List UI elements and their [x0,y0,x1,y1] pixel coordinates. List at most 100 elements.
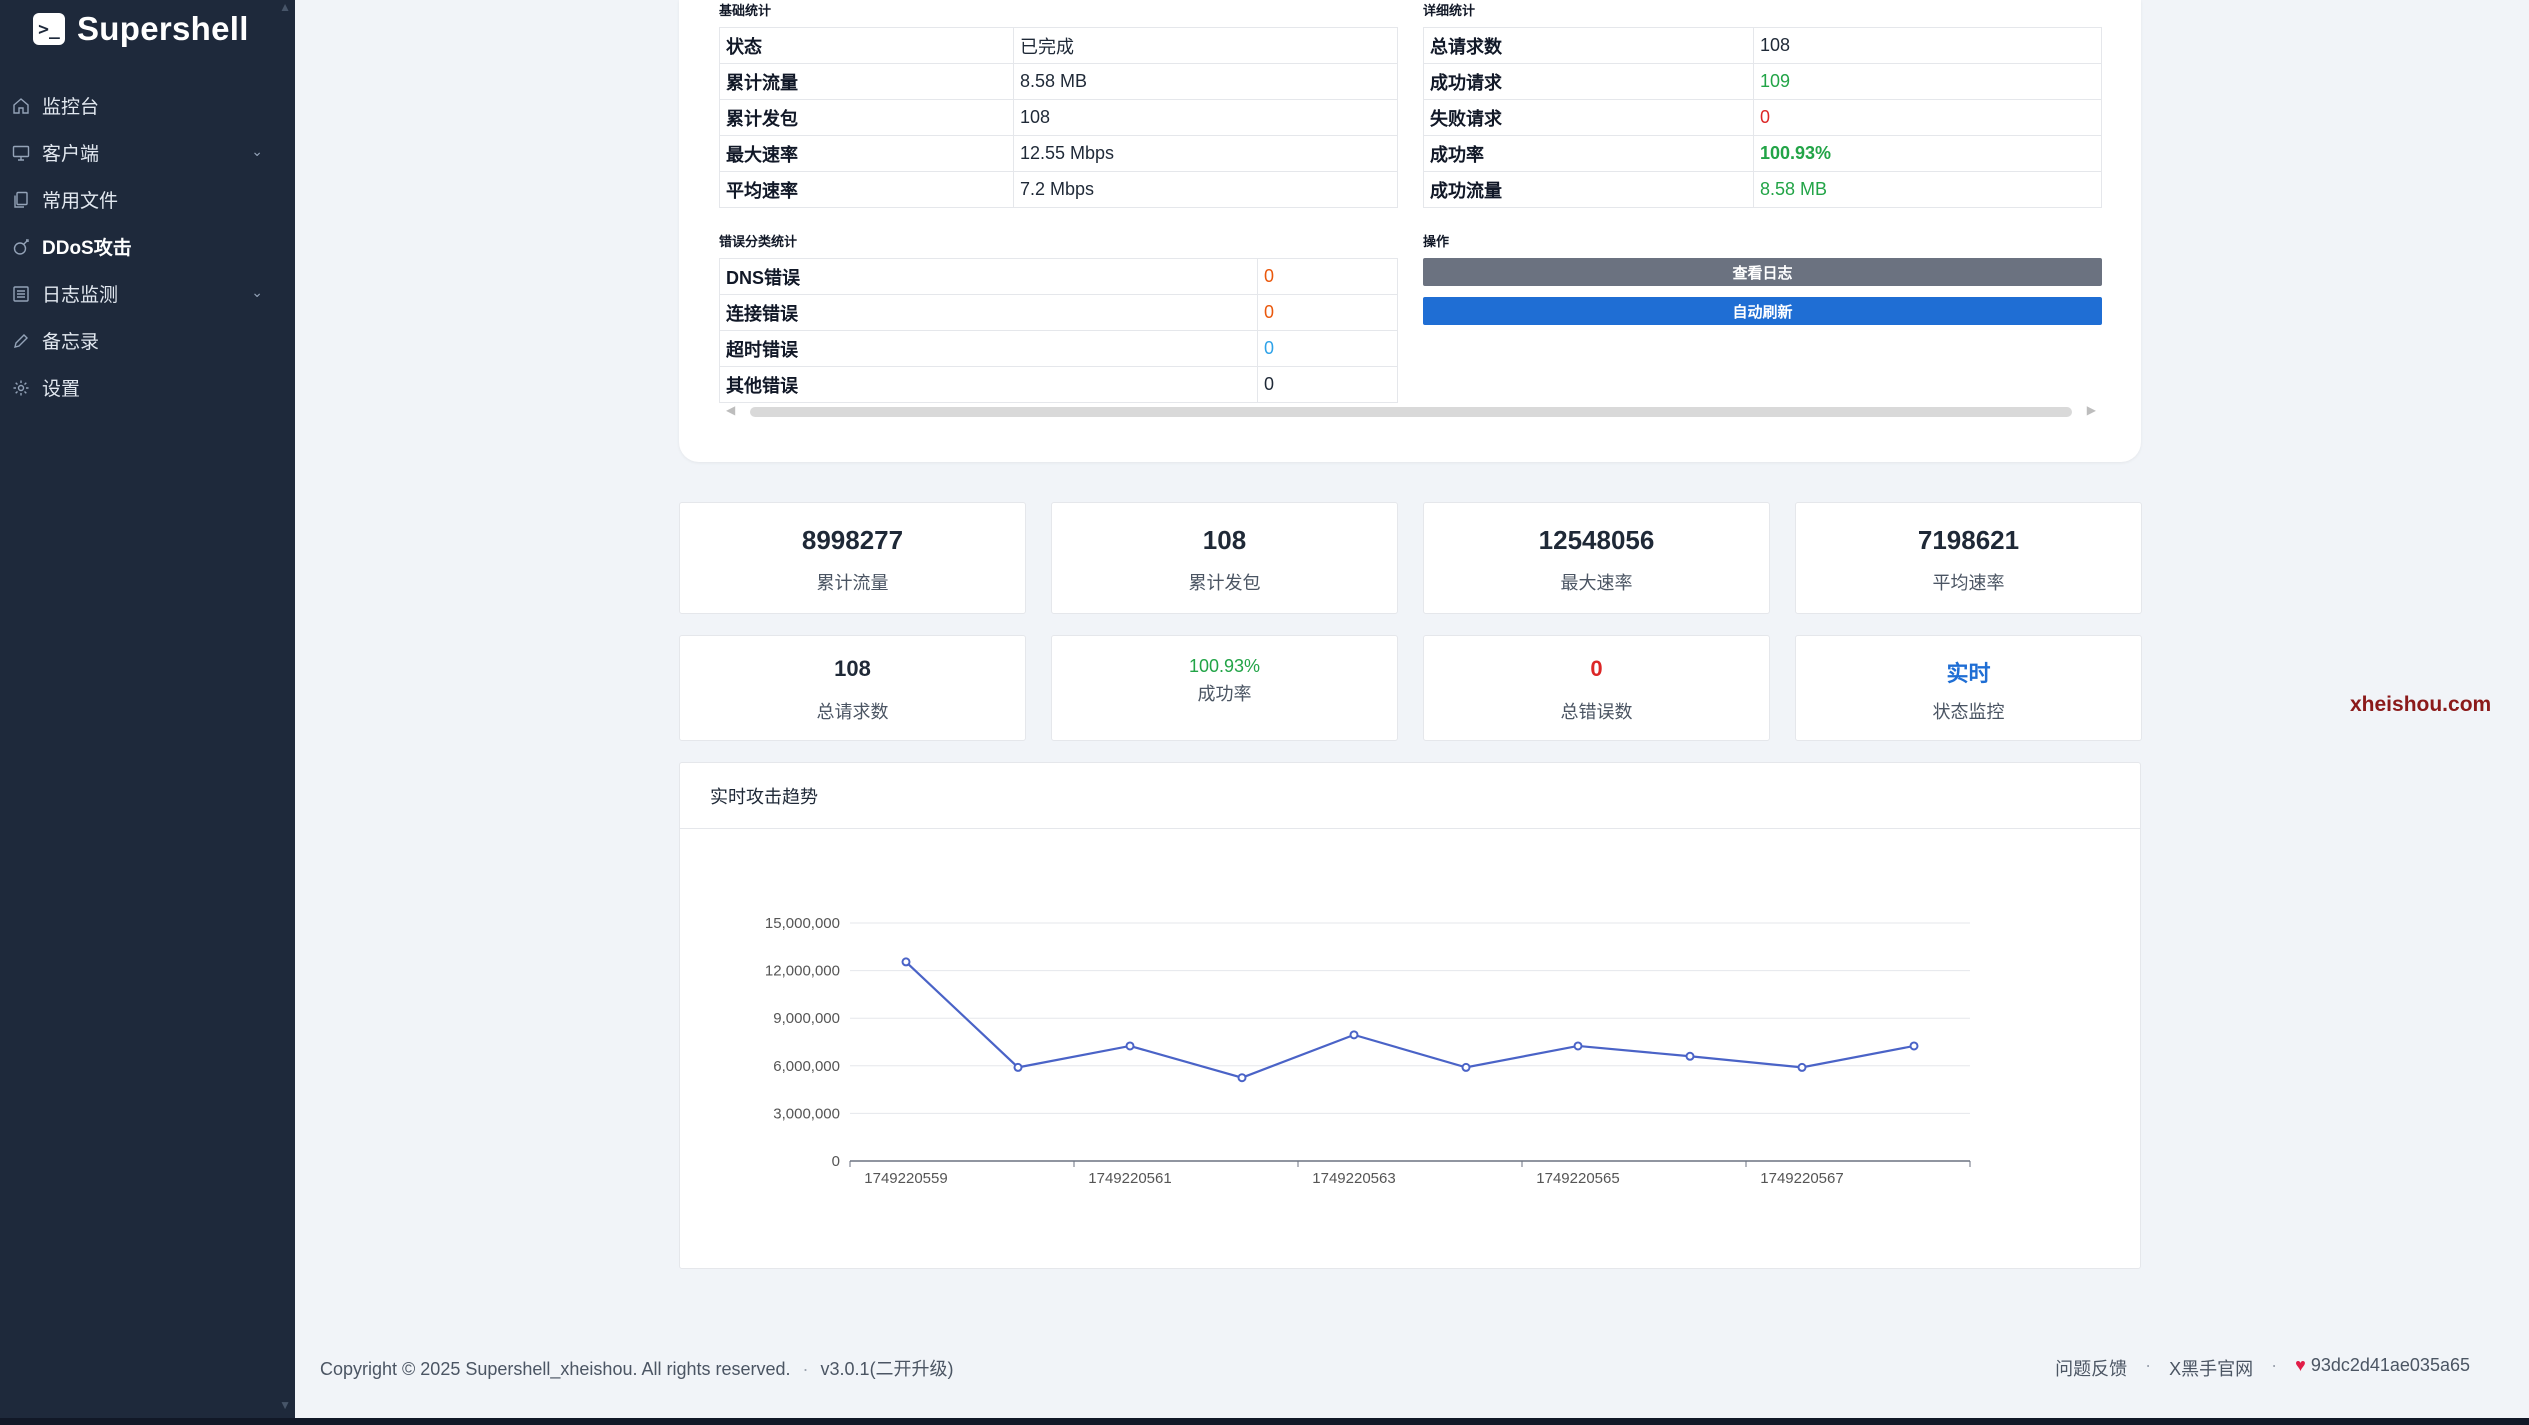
scroll-down-arrow[interactable]: ▼ [279,1398,291,1412]
row-value: 0 [1257,294,1398,331]
scroll-right-arrow[interactable]: ▶ [2087,403,2096,417]
copyright-text: Copyright © 2025 Supershell_xheishou. Al… [320,1359,791,1379]
terminal-icon: >_ [33,13,65,45]
row-key: DNS错误 [719,258,1258,295]
bomb-icon [10,236,32,258]
table-row: 成功率 100.93% [1423,135,2102,172]
sidebar-nav: 监控台客户端 ⌄ 常用文件 DDoS攻击 日志监测 ⌄ 备忘录设置 [0,82,295,411]
sidebar-item-1[interactable]: 客户端 ⌄ [0,129,295,176]
row-key: 失败请求 [1423,99,1754,136]
table-row: 总请求数 108 [1423,27,2102,64]
hash-link[interactable]: ♥ 93dc2d41ae035a65 [2295,1355,2470,1381]
row-value: 0 [1257,258,1398,295]
x-tick-label: 1749220565 [1536,1170,1619,1187]
y-tick-label: 12,000,000 [765,963,840,980]
row-key: 总请求数 [1423,27,1754,64]
table-row: 平均速率 7.2 Mbps [719,171,1398,208]
view-log-button[interactable]: 查看日志 [1423,258,2102,286]
horizontal-scrollbar[interactable]: ◀ ▶ [726,403,2096,417]
chevron-down-icon: ⌄ [251,284,263,300]
logo[interactable]: >_ Supershell [33,10,249,48]
home-icon [10,95,32,117]
row-key: 成功请求 [1423,63,1754,100]
row-value: 0 [1257,330,1398,367]
row-value: 108 [1753,27,2102,64]
actions-title: 操作 [1423,234,1450,249]
feedback-link[interactable]: 问题反馈 [2055,1355,2127,1381]
x-tick-label: 1749220567 [1760,1170,1843,1187]
separator-dot: · [2145,1355,2152,1375]
sidebar-item-2[interactable]: 常用文件 [0,176,295,223]
table-row: 超时错误 0 [719,330,1398,367]
sidebar-item-6[interactable]: 设置 [0,364,295,411]
auto-refresh-button[interactable]: 自动刷新 [1423,297,2102,325]
trend-chart-card: 实时攻击趋势 0 3,000,000 6,000,000 9,000,000 12,00… [679,762,2141,1269]
scroll-up-arrow[interactable]: ▲ [279,0,291,14]
stat-value: 12548056 [1538,525,1655,555]
y-tick-label: 9,000,000 [773,1010,840,1027]
stat-value: 8998277 [801,525,904,555]
error-stats-title: 错误分类统计 [719,234,798,249]
data-point [901,957,911,967]
official-site-link[interactable]: X黑手官网 [2169,1355,2253,1381]
version-text: v3.0.1(二开升级) [820,1359,954,1379]
hash-text: 93dc2d41ae035a65 [2310,1355,2470,1375]
sidebar-item-3[interactable]: DDoS攻击 [0,223,295,270]
scroll-left-arrow[interactable]: ◀ [726,403,735,417]
row-value: 8.58 MB [1013,63,1398,100]
stat-label: 状态监控 [1932,702,2005,722]
data-point [1461,1062,1471,1072]
y-tick-label: 0 [832,1153,840,1170]
table-row: 最大速率 12.55 Mbps [719,135,1398,172]
table-row: 成功流量 8.58 MB [1423,171,2102,208]
files-icon [10,189,32,211]
brand-name: Supershell [77,10,249,47]
x-tick-label: 1749220561 [1088,1170,1171,1187]
y-tick-label: 15,000,000 [765,915,840,932]
detail-stats-table: 总请求数 108 成功请求 109 失败请求 0 成功率 100.93% 成功流量 8.58 MB [1423,27,2102,208]
data-point [1349,1030,1359,1040]
x-tick-label: 1749220563 [1312,1170,1395,1187]
gear-icon [10,377,32,399]
table-row: DNS错误 0 [719,258,1398,295]
sidebar-item-4[interactable]: 日志监测 ⌄ [0,270,295,317]
row-key: 状态 [719,27,1014,64]
stat-card: 108 累计发包 [1051,502,1398,614]
sidebar-item-label: 备忘录 [42,332,100,353]
sidebar: >_ Supershell ▲ ▼ 监控台客户端 ⌄ 常用文件 DDoS攻击 日志监测 ⌄… [0,0,295,1418]
stat-label: 最大速率 [1560,573,1633,593]
stat-label: 总请求数 [816,702,889,722]
data-point [1685,1051,1695,1061]
y-tick-label: 6,000,000 [773,1058,840,1075]
row-value: 8.58 MB [1753,171,2102,208]
basic-stats-title: 基础统计 [719,3,772,18]
data-point [1909,1041,1919,1051]
scrollbar-thumb[interactable] [750,407,2072,417]
row-value: 108 [1013,99,1398,136]
stat-card: 8998277 累计流量 [679,502,1026,614]
trend-line-chart: 0 3,000,000 6,000,000 9,000,000 12,000,000 15… [765,915,1971,1187]
error-stats-table: DNS错误 0 连接错误 0 超时错误 0 其他错误 0 [719,258,1398,403]
pencil-icon [10,330,32,352]
stat-value: 实时 [1946,661,1991,686]
stat-label: 平均速率 [1932,573,2005,593]
series-line [905,961,1915,1079]
sidebar-item-5[interactable]: 备忘录 [0,317,295,364]
window-bottom-edge [0,1418,2529,1425]
sidebar-item-0[interactable]: 监控台 [0,82,295,129]
row-value: 0 [1257,366,1398,403]
y-tick-label: 3,000,000 [773,1105,840,1122]
row-key: 成功率 [1423,135,1754,172]
stat-label: 累计发包 [1188,573,1261,593]
stat-value: 100.93% [1188,656,1261,676]
data-point [1013,1062,1023,1072]
heart-icon: ♥ [2295,1355,2306,1375]
row-value: 7.2 Mbps [1013,171,1398,208]
sidebar-item-label: 监控台 [42,97,100,118]
stat-value: 108 [1202,525,1247,555]
row-key: 超时错误 [719,330,1258,367]
row-key: 成功流量 [1423,171,1754,208]
row-value: 100.93% [1753,135,2102,172]
separator-dot: · [802,1359,809,1379]
data-point [1237,1073,1247,1083]
